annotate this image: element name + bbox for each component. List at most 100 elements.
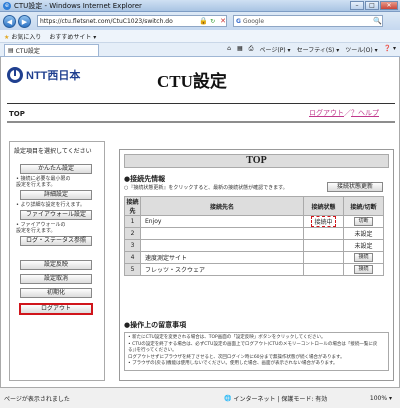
sidebar-note: • より詳細な設定を行えます。 <box>16 202 85 208</box>
window-title: CTU設定 - Windows Internet Explorer <box>14 1 142 10</box>
page-heading: CTU設定 <box>157 72 227 91</box>
detailed-setup-button[interactable]: 詳細設定 <box>20 190 92 200</box>
note-line: • ブラウザの[戻る]機能は使用しないでください。使用した場合、画面が表示されな… <box>128 361 338 366</box>
refresh-status-button[interactable]: 接続状態更新 <box>327 182 383 192</box>
tab-bar: ▤ CTU設定 ⌂ ▦ ⎙ ページ(P) ▾ セーフティ(S) ▾ ツール(O)… <box>0 43 400 57</box>
connection-action: 接続 <box>343 251 384 264</box>
sidebar: 設定項目を選択してください かんたん設定 • 接続に必要な最小限の 設定を行えま… <box>9 141 105 381</box>
safety-menu[interactable]: セーフティ(S) ▾ <box>297 45 340 54</box>
ie-icon: e <box>3 1 11 10</box>
connection-status: 接続中 <box>303 215 344 228</box>
header-links: ログアウト／？ヘルプ <box>309 109 379 117</box>
favorites-bar: ★ お気に入り おすすめサイト ▾ <box>0 30 400 43</box>
tab-ctu[interactable]: ▤ CTU設定 <box>4 43 99 56</box>
sidebar-note: • ファイアウォールの 設定を行えます。 <box>16 222 66 234</box>
connection-name: 速度測定サイト <box>140 251 304 264</box>
connect-button[interactable]: 接続 <box>354 253 373 262</box>
suggested-sites[interactable]: おすすめサイト ▾ <box>49 32 96 41</box>
window-titlebar: e CTU設定 - Windows Internet Explorer – □ … <box>0 0 400 12</box>
security-zone: 🌐 インターネット | 保護モード: 有効 <box>224 394 344 403</box>
note-line: • CTUの設定を終了する場合は、必ずCTU設定の画面上でログアウト(CTUのメ… <box>128 341 378 354</box>
sidebar-title: 設定項目を選択してください <box>14 148 92 155</box>
logout-link[interactable]: ログアウト <box>309 109 344 117</box>
firewall-setup-button[interactable]: ファイアウォール設定 <box>20 210 92 220</box>
column-header: 接続先 <box>124 196 141 216</box>
disconnect-button[interactable]: 切断 <box>354 217 373 226</box>
column-header: 接続状態 <box>303 196 344 216</box>
reset-button[interactable]: 初期化 <box>20 288 92 298</box>
home-icon[interactable]: ⌂ <box>227 45 231 54</box>
ntt-logo: NTT西日本 <box>7 67 80 83</box>
zone-text: インターネット | 保護モード: 有効 <box>233 395 328 403</box>
apply-settings-button[interactable]: 設定反映 <box>20 260 92 270</box>
simple-setup-button[interactable]: かんたん設定 <box>20 164 92 174</box>
page-icon: ▤ <box>8 46 14 54</box>
divider <box>7 121 395 123</box>
divider <box>7 103 395 104</box>
connection-name <box>140 239 304 252</box>
url-text[interactable]: https://ctu.fletsnet.com/CtuC1023/switch… <box>40 18 197 25</box>
maximize-icon[interactable]: □ <box>365 1 379 10</box>
table-row: 4 速度測定サイト 接続 <box>124 251 384 264</box>
tab-title: CTU設定 <box>15 47 40 55</box>
forward-icon[interactable]: ▶ <box>18 14 31 28</box>
star-icon: ★ <box>4 33 10 41</box>
row-number: 3 <box>124 239 141 252</box>
ntt-logo-icon <box>7 67 23 83</box>
logout-button[interactable]: ログアウト <box>20 304 92 314</box>
page-menu[interactable]: ページ(P) ▾ <box>259 45 290 54</box>
status-bar: ページが表示されました 🌐 インターネット | 保護モード: 有効 100% ▾ <box>0 387 400 408</box>
page-title: TOP <box>9 110 25 118</box>
search-input[interactable]: Google <box>243 18 371 25</box>
connect-button[interactable]: 接続 <box>354 265 373 274</box>
table-row: 1 Enjoy 接続中 切断 <box>124 215 384 228</box>
connection-action: 未設定 <box>343 239 384 252</box>
notes-section-title: ●操作上の留意事項 <box>124 321 187 329</box>
notes-box: • 新たにCTU設定を変更される場合は、TOP画面の「設定反映」ボタンをクリック… <box>124 332 389 371</box>
stop-icon[interactable]: ✕ <box>220 17 226 25</box>
connection-status <box>303 239 344 252</box>
close-icon[interactable]: ✕ <box>380 1 398 10</box>
status-text: ページが表示されました <box>4 395 70 403</box>
favorites-button[interactable]: ★ お気に入り <box>4 32 41 41</box>
log-status-button[interactable]: ログ・ステータス参照 <box>20 236 92 246</box>
help-menu[interactable]: ❓ ▾ <box>384 45 396 54</box>
connection-name <box>140 227 304 240</box>
connection-action: 接続 <box>343 263 384 276</box>
status-badge: 接続中 <box>311 216 336 227</box>
connection-name: フレッツ・スクウェア <box>140 263 304 276</box>
connection-table: 接続先 接続先名 接続状態 接続/切断 1 Enjoy 接続中 切断 2 未設定… <box>124 196 384 276</box>
table-row: 5 フレッツ・スクウェア 接続 <box>124 263 384 276</box>
connection-action: 切断 <box>343 215 384 228</box>
address-toolbar: ◀ ▶ https://ctu.fletsnet.com/CtuC1023/sw… <box>0 12 400 30</box>
print-icon[interactable]: ⎙ <box>249 45 254 54</box>
search-box[interactable]: G Google 🔍 <box>233 15 383 27</box>
globe-icon: 🌐 <box>224 394 232 402</box>
main-panel: TOP ●接続先情報 ○『接続状態更新』をクリックすると、最新の接続状態が確認で… <box>119 149 394 381</box>
table-row: 2 未設定 <box>124 227 384 240</box>
address-bar[interactable]: https://ctu.fletsnet.com/CtuC1023/switch… <box>37 15 227 27</box>
column-header: 接続先名 <box>140 196 304 216</box>
row-number: 1 <box>124 215 141 228</box>
connection-status <box>303 227 344 240</box>
back-icon[interactable]: ◀ <box>3 14 16 28</box>
page-content: NTT西日本 CTU設定 TOP ログアウト／？ヘルプ 設定項目を選択してくださ… <box>0 57 400 387</box>
row-number: 2 <box>124 227 141 240</box>
tools-menu[interactable]: ツール(O) ▾ <box>345 45 377 54</box>
lock-icon[interactable]: 🔒 <box>199 17 208 25</box>
zoom-control[interactable]: 100% ▾ <box>370 395 400 402</box>
minimize-icon[interactable]: – <box>350 1 364 10</box>
search-icon[interactable]: 🔍 <box>373 17 382 25</box>
favorites-label: お気に入り <box>11 33 42 41</box>
sidebar-note: • 接続に必要な最小限の 設定を行えます。 <box>16 176 71 188</box>
help-link[interactable]: ？ヘルプ <box>351 109 379 117</box>
logo-text: NTT西日本 <box>26 70 81 82</box>
column-header: 接続/切断 <box>343 196 384 216</box>
main-title: TOP <box>124 154 389 168</box>
feed-icon[interactable]: ▦ <box>237 45 243 54</box>
refresh-icon[interactable]: ↻ <box>210 18 218 25</box>
window-controls: – □ ✕ <box>350 1 398 10</box>
cancel-settings-button[interactable]: 設定取消 <box>20 274 92 284</box>
table-header-row: 接続先 接続先名 接続状態 接続/切断 <box>124 196 384 216</box>
connection-status <box>303 251 344 264</box>
